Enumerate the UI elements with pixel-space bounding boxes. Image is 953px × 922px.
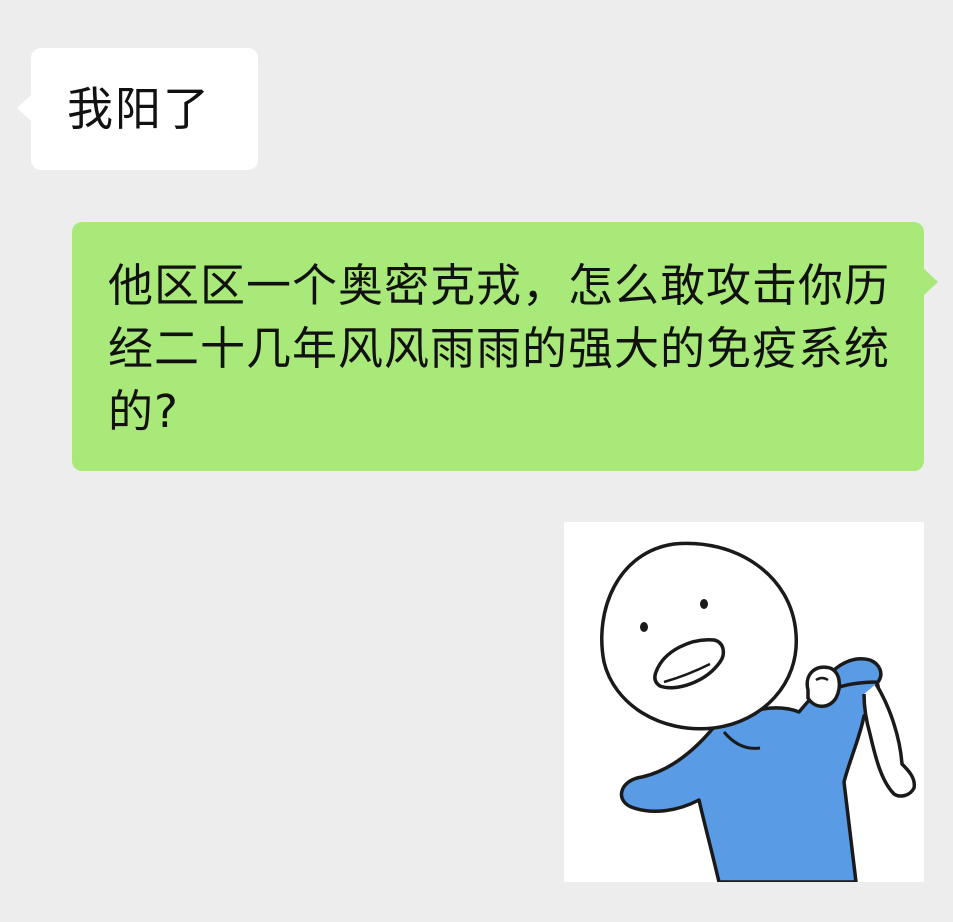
laughing-stickman-icon: [600, 541, 917, 882]
incoming-message-bubble[interactable]: 我阳了: [17, 48, 258, 170]
message-text: 我阳了: [67, 82, 211, 136]
sticker-message[interactable]: [564, 522, 924, 882]
message-text: 他区区一个奥密克戎，怎么敢攻击你历经二十几年风风雨雨的强大的免疫系统的?: [108, 259, 891, 438]
outgoing-message-bubble[interactable]: 他区区一个奥密克戎，怎么敢攻击你历经二十几年风风雨雨的强大的免疫系统的?: [72, 222, 938, 471]
